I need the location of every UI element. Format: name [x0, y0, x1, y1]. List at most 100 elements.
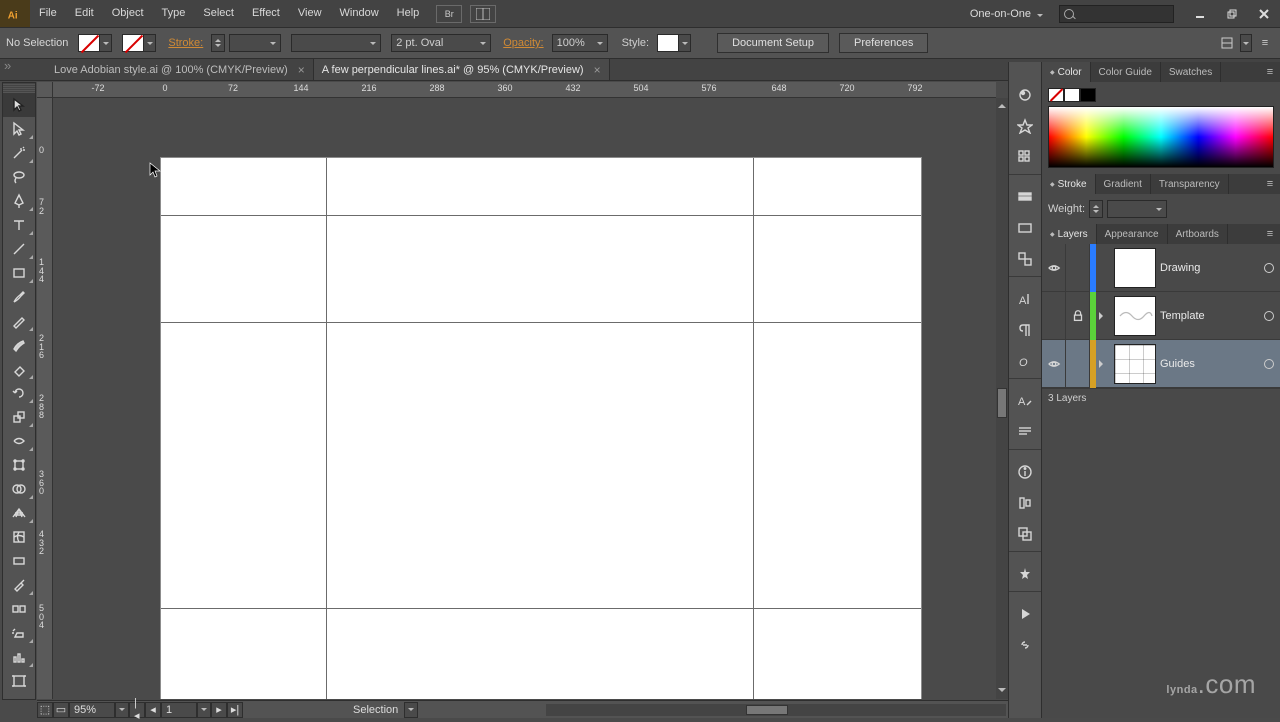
column-graph-tool[interactable] — [3, 645, 35, 669]
character-panel-icon[interactable]: A — [1009, 286, 1041, 312]
menu-window[interactable]: Window — [331, 0, 388, 27]
actions-panel-icon[interactable] — [1009, 601, 1041, 627]
align-to-icon[interactable] — [1218, 34, 1236, 52]
type-tool[interactable] — [3, 213, 35, 237]
zoom-tool-icon[interactable]: ⬚ — [37, 702, 53, 718]
menu-help[interactable]: Help — [388, 0, 429, 27]
stroke-weight-stepper-panel[interactable] — [1089, 200, 1103, 218]
layer-target-icon[interactable] — [1258, 311, 1280, 321]
artboard-tool[interactable] — [3, 669, 35, 693]
graphic-style-swatch[interactable] — [657, 34, 691, 52]
layer-visibility-toggle[interactable] — [1042, 244, 1066, 292]
links-panel-icon[interactable] — [1009, 632, 1041, 658]
artboard-next[interactable]: ▸ — [211, 702, 227, 718]
paintbrush-tool[interactable] — [3, 285, 35, 309]
opacity-combo[interactable]: 100% — [552, 34, 608, 52]
panel-tab-stroke[interactable]: Stroke — [1042, 174, 1096, 194]
scale-tool[interactable] — [3, 405, 35, 429]
document-setup-button[interactable]: Document Setup — [717, 33, 829, 53]
panel-tab-gradient[interactable]: Gradient — [1096, 174, 1151, 194]
blob-brush-tool[interactable] — [3, 333, 35, 357]
symbol-sprayer-tool[interactable] — [3, 621, 35, 645]
blend-tool[interactable] — [3, 597, 35, 621]
ruler-origin[interactable] — [37, 82, 53, 98]
selection-tool[interactable] — [3, 93, 35, 117]
transparency-panel-icon[interactable] — [1009, 246, 1041, 272]
layer-lock-toggle[interactable] — [1066, 340, 1090, 388]
align-to-dropdown[interactable] — [1240, 34, 1252, 52]
vertical-ruler[interactable]: 07 21 4 42 1 62 8 83 6 04 3 25 0 4 — [37, 98, 53, 699]
menu-view[interactable]: View — [289, 0, 331, 27]
mesh-tool[interactable] — [3, 525, 35, 549]
shape-builder-tool[interactable] — [3, 477, 35, 501]
zoom-tool-icon-2[interactable]: ▭ — [53, 702, 69, 718]
magic-wand-tool[interactable] — [3, 141, 35, 165]
layer-row[interactable]: Template — [1042, 292, 1280, 340]
horizontal-ruler[interactable]: -72072144216288360432504576648720792 — [53, 82, 996, 98]
character-styles-panel-icon[interactable]: A — [1009, 388, 1041, 414]
paragraph-styles-panel-icon[interactable] — [1009, 419, 1041, 445]
eraser-tool[interactable] — [3, 357, 35, 381]
color-panel-icon[interactable] — [1009, 82, 1041, 108]
panel-tab-color-guide[interactable]: Color Guide — [1091, 62, 1161, 82]
opacity-link-label[interactable]: Opacity: — [503, 37, 543, 49]
layer-expand-toggle[interactable] — [1096, 312, 1110, 320]
menu-edit[interactable]: Edit — [66, 0, 103, 27]
width-tool[interactable] — [3, 429, 35, 453]
menu-object[interactable]: Object — [103, 0, 153, 27]
menu-file[interactable]: File — [30, 0, 66, 27]
workspace-switcher[interactable]: One-on-One — [960, 8, 1049, 20]
layer-target-icon[interactable] — [1258, 263, 1280, 273]
menu-select[interactable]: Select — [194, 0, 243, 27]
panel-tab-swatches[interactable]: Swatches — [1161, 62, 1221, 82]
panel-tab-artboards[interactable]: Artboards — [1168, 224, 1228, 244]
canvas[interactable] — [53, 98, 996, 699]
stroke-weight-stepper[interactable] — [211, 34, 225, 52]
color-spectrum[interactable] — [1048, 106, 1274, 168]
close-button[interactable] — [1250, 5, 1278, 23]
control-panel-menu[interactable]: ≡ — [1256, 34, 1274, 52]
zoom-level-combo[interactable]: 95% — [69, 702, 115, 718]
tab-close-icon[interactable]: × — [594, 64, 601, 76]
info-panel-icon[interactable] — [1009, 459, 1041, 485]
layer-target-icon[interactable] — [1258, 359, 1280, 369]
layer-row[interactable]: Guides — [1042, 340, 1280, 388]
artboard-nav-dropdown[interactable] — [197, 702, 211, 718]
eyedropper-tool[interactable] — [3, 573, 35, 597]
horizontal-scrollbar[interactable] — [546, 704, 1006, 716]
perspective-grid-tool[interactable] — [3, 501, 35, 525]
panel-tab-layers[interactable]: Layers — [1042, 224, 1097, 244]
black-swatch[interactable] — [1080, 88, 1096, 102]
maximize-button[interactable] — [1218, 5, 1246, 23]
preferences-button[interactable]: Preferences — [839, 33, 928, 53]
fill-none-swatch[interactable] — [1048, 88, 1064, 102]
stroke-swatch[interactable] — [122, 34, 156, 52]
tab-close-icon[interactable]: × — [298, 64, 305, 76]
free-transform-tool[interactable] — [3, 453, 35, 477]
opentype-panel-icon[interactable]: O — [1009, 348, 1041, 374]
stroke-panel-icon[interactable] — [1009, 184, 1041, 210]
artboard-first[interactable]: |◂ — [129, 702, 145, 718]
layer-lock-toggle[interactable] — [1066, 244, 1090, 292]
color-guide-panel-icon[interactable] — [1009, 113, 1041, 139]
align-panel-icon[interactable] — [1009, 490, 1041, 516]
layer-visibility-toggle[interactable] — [1042, 292, 1066, 340]
variable-width-profile-combo[interactable] — [291, 34, 381, 52]
layer-lock-toggle[interactable] — [1066, 292, 1090, 340]
document-tab[interactable]: Love Adobian style.ai @ 100% (CMYK/Previ… — [46, 59, 314, 80]
layer-row[interactable]: Drawing — [1042, 244, 1280, 292]
layer-expand-toggle[interactable] — [1096, 360, 1110, 368]
stroke-weight-combo-panel[interactable] — [1107, 200, 1167, 218]
white-swatch[interactable] — [1064, 88, 1080, 102]
zoom-level-dropdown[interactable] — [115, 702, 129, 718]
pencil-tool[interactable] — [3, 309, 35, 333]
rotate-tool[interactable] — [3, 381, 35, 405]
gradient-panel-icon[interactable] — [1009, 215, 1041, 241]
menu-effect[interactable]: Effect — [243, 0, 289, 27]
panel-tab-appearance[interactable]: Appearance — [1097, 224, 1168, 244]
artboard-last[interactable]: ▸| — [227, 702, 243, 718]
minimize-button[interactable] — [1186, 5, 1214, 23]
expand-dock-icon[interactable]: » — [4, 58, 11, 73]
lasso-tool[interactable] — [3, 165, 35, 189]
swatches-panel-icon[interactable] — [1009, 144, 1041, 170]
